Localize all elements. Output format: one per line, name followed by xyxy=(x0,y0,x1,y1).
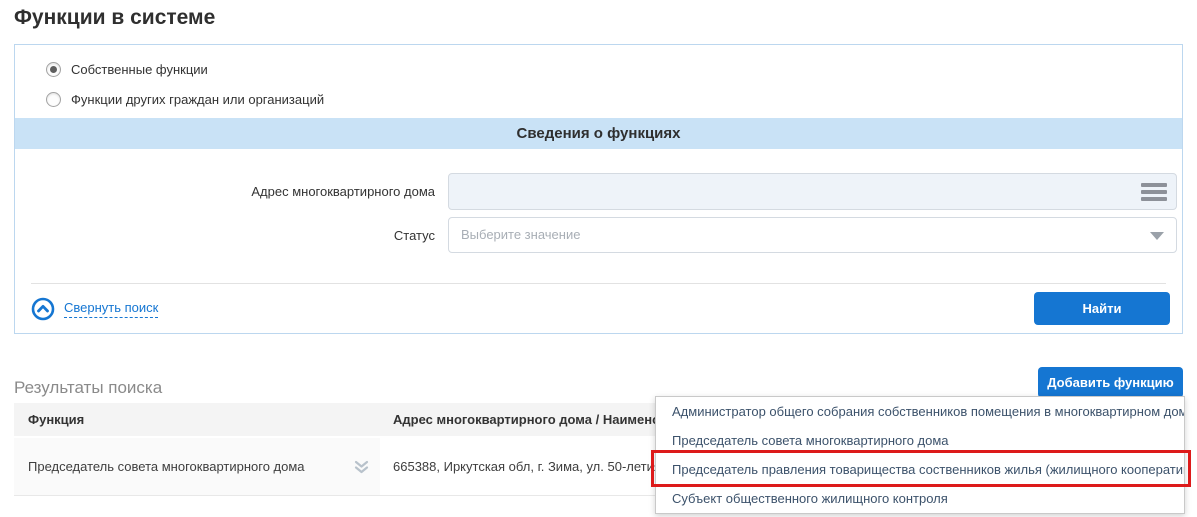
radio-own-functions-label: Собственные функции xyxy=(71,62,208,77)
radio-other-functions-label: Функции других граждан или организаций xyxy=(71,92,324,107)
address-label: Адрес многоквартирного дома xyxy=(15,184,435,199)
radio-other-functions[interactable]: Функции других граждан или организаций xyxy=(46,92,1182,107)
status-placeholder: Выберите значение xyxy=(449,218,1176,252)
column-header-function: Функция xyxy=(14,412,380,427)
address-input[interactable] xyxy=(448,173,1177,210)
menu-item-council-chairman[interactable]: Председатель совета многоквартирного дом… xyxy=(656,426,1184,455)
cell-function-text: Председатель совета многоквартирного дом… xyxy=(28,459,305,474)
menu-item-public-housing-control[interactable]: Субъект общественного жилищного контроля xyxy=(656,484,1184,513)
chevron-down-icon[interactable] xyxy=(1150,232,1164,240)
functions-page: Функции в системе Собственные функции Фу… xyxy=(0,0,1197,517)
radio-own-functions[interactable]: Собственные функции xyxy=(46,62,1182,77)
collapse-search[interactable]: Свернуть поиск xyxy=(31,297,158,321)
status-select[interactable]: Выберите значение xyxy=(448,217,1177,253)
add-function-button[interactable]: Добавить функцию xyxy=(1038,367,1183,398)
double-chevron-down-icon[interactable] xyxy=(353,459,370,475)
find-button[interactable]: Найти xyxy=(1034,292,1170,325)
cell-function: Председатель совета многоквартирного дом… xyxy=(14,438,380,495)
add-function-dropdown-menu: Администратор общего собрания собственни… xyxy=(655,396,1185,514)
hamburger-icon[interactable] xyxy=(1141,180,1167,204)
search-panel: Собственные функции Функции других гражд… xyxy=(14,44,1183,334)
radio-group: Собственные функции Функции других гражд… xyxy=(15,45,1182,118)
section-title: Сведения о функциях xyxy=(15,118,1182,149)
status-row: Статус Выберите значение xyxy=(15,217,1182,253)
menu-item-osss-admin[interactable]: Администратор общего собрания собственни… xyxy=(656,397,1184,426)
results-title: Результаты поиска xyxy=(14,378,162,398)
collapse-search-link[interactable]: Свернуть поиск xyxy=(64,300,158,318)
search-form: Адрес многоквартирного дома Статус Выбер… xyxy=(15,149,1182,253)
radio-unselected-icon[interactable] xyxy=(46,92,61,107)
panel-footer: Свернуть поиск Найти xyxy=(15,284,1182,333)
status-label: Статус xyxy=(15,228,435,243)
address-row: Адрес многоквартирного дома xyxy=(15,173,1182,210)
radio-selected-icon[interactable] xyxy=(46,62,61,77)
results-header: Результаты поиска Добавить функцию xyxy=(14,367,1183,398)
collapse-circle-icon[interactable] xyxy=(31,297,55,321)
menu-item-hoa-board-chairman[interactable]: Председатель правления товарищества сост… xyxy=(656,455,1184,484)
page-title: Функции в системе xyxy=(14,6,1197,30)
